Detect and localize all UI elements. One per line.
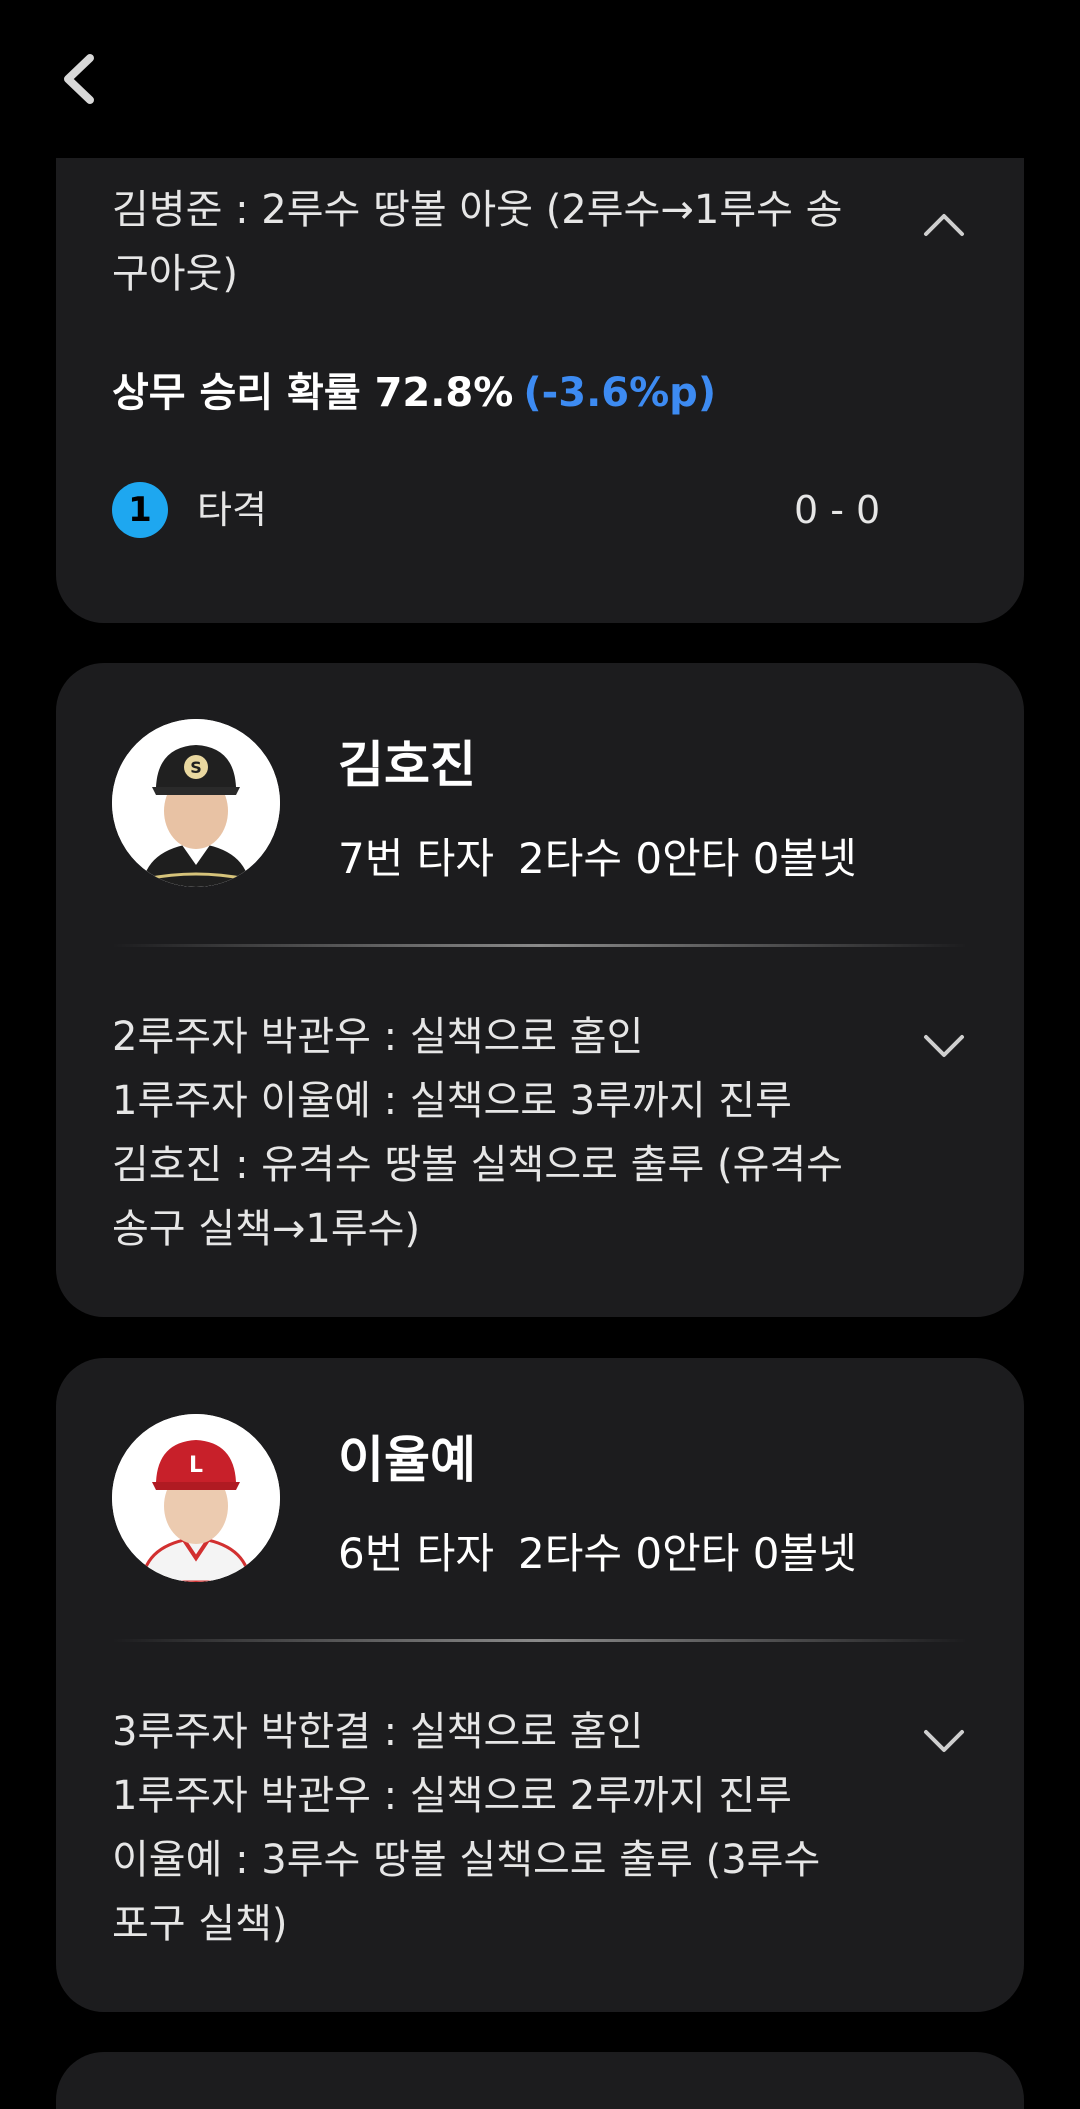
pitch-number-badge: 1 — [112, 482, 168, 538]
pitch-row: 1 타격 0 - 0 — [112, 482, 912, 538]
batter-summary: 7번 타자 2타수 0안타 0볼넷 — [338, 825, 857, 886]
top-bar — [0, 0, 1080, 158]
batter-stats: 2타수 0안타 0볼넷 — [518, 1529, 857, 1578]
batter-card — [56, 2052, 1024, 2109]
avatar: S — [112, 719, 280, 887]
batter-summary: 6번 타자 2타수 0안타 0볼넷 — [338, 1520, 857, 1581]
expand-button[interactable] — [920, 1716, 968, 1764]
win-probability-label: 상무 승리 확률 72.8% — [112, 370, 514, 416]
chevron-down-icon — [924, 1035, 964, 1057]
game-relay-screen: 김병준 : 2루수 땅볼 아웃 (2루수→1루수 송 구아웃) 상무 승리 확률… — [0, 0, 1080, 2109]
event-item: 1루주자 이율예 : 실책으로 3루까지 진루 — [112, 1078, 792, 1124]
win-probability-delta: (-3.6%p) — [523, 370, 717, 416]
event-item: 김호진 : 유격수 땅볼 실책으로 출루 (유격수 송구 실책→1루수) — [112, 1142, 843, 1252]
chevron-down-icon — [924, 1730, 964, 1752]
event-item: 1루주자 박관우 : 실책으로 2루까지 진루 — [112, 1773, 792, 1819]
svg-text:L: L — [189, 1453, 203, 1478]
expand-button[interactable] — [920, 1021, 968, 1069]
pitch-count: 0 - 0 — [794, 488, 881, 532]
event-item: 3루주자 박한결 : 실책으로 홈인 — [112, 1709, 644, 1755]
event-list: 3루주자 박한결 : 실책으로 홈인 1루주자 박관우 : 실책으로 2루까지 … — [112, 1700, 932, 1956]
player-photo-icon: S — [112, 719, 280, 887]
play-card: 김병준 : 2루수 땅볼 아웃 (2루수→1루수 송 구아웃) 상무 승리 확률… — [56, 110, 1024, 623]
avatar: L — [112, 1414, 280, 1582]
player-photo-icon: L — [112, 1414, 280, 1582]
chevron-left-icon — [64, 54, 94, 104]
pitch-type: 타격 — [197, 488, 267, 532]
play-description: 김병준 : 2루수 땅볼 아웃 (2루수→1루수 송 구아웃) — [112, 187, 843, 297]
collapse-button[interactable] — [920, 200, 968, 248]
batting-order: 7번 타자 — [338, 834, 494, 883]
event-list: 2루주자 박관우 : 실책으로 홈인 1루주자 이율예 : 실책으로 3루까지 … — [112, 1005, 932, 1261]
back-button[interactable] — [50, 44, 110, 114]
win-probability: 상무 승리 확률 72.8% (-3.6%p) — [112, 360, 716, 418]
chevron-up-icon — [924, 214, 964, 236]
batting-order: 6번 타자 — [338, 1529, 494, 1578]
divider — [112, 1639, 968, 1642]
player-name: 김호진 — [338, 736, 476, 794]
divider — [112, 944, 968, 947]
event-item: 2루주자 박관우 : 실책으로 홈인 — [112, 1014, 644, 1060]
batter-card: L 이율예 6번 타자 2타수 0안타 0볼넷 3루주자 박한결 : 실책으로 홈… — [56, 1358, 1024, 2012]
event-item: 이율예 : 3루수 땅볼 실책으로 출루 (3루수 포구 실책) — [112, 1837, 821, 1947]
batter-stats: 2타수 0안타 0볼넷 — [518, 834, 857, 883]
batter-card: S 김호진 7번 타자 2타수 0안타 0볼넷 2루주자 박관우 : 실책으로 홈… — [56, 663, 1024, 1317]
svg-text:S: S — [190, 758, 202, 777]
player-name: 이율예 — [338, 1431, 476, 1489]
